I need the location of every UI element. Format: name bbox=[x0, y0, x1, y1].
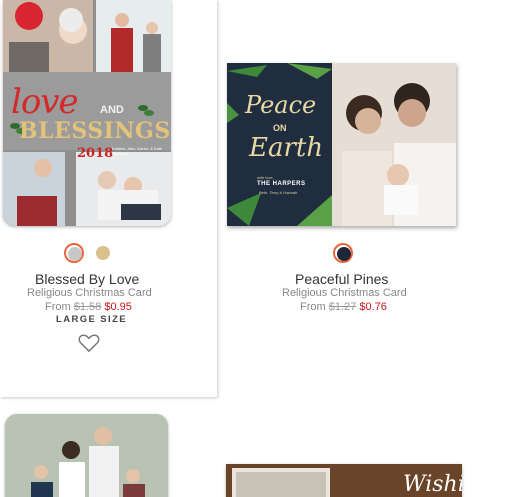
family-photo-shapes bbox=[332, 63, 456, 226]
product-image-peaceful-pines[interactable]: Peace ON Earth with love, THE HARPERS Be… bbox=[227, 63, 456, 226]
swatch-color-dot bbox=[96, 246, 110, 260]
card-peace-text: Peace bbox=[245, 91, 317, 119]
product-grid: love AND BLESSINGS 2018 Kristine, Alex, … bbox=[0, 0, 511, 497]
product-title[interactable]: Peaceful Pines bbox=[295, 271, 388, 287]
card-blessings-text: BLESSINGS bbox=[19, 118, 171, 144]
card-names: Beth, Terry & Hannah bbox=[259, 190, 298, 195]
swatch-color-dot bbox=[337, 247, 351, 261]
card-with-love: with love, bbox=[257, 175, 274, 180]
product-image-partial-wishing[interactable]: Wishing bbox=[226, 464, 462, 497]
price-prefix: From bbox=[45, 301, 71, 313]
product-title[interactable]: Blessed By Love bbox=[35, 271, 139, 287]
family-photo-shapes bbox=[5, 414, 168, 497]
card-family-photo bbox=[332, 63, 456, 226]
card-names: Kristine, Alex, Karen, & Kate McCarthy bbox=[112, 146, 163, 156]
card-on-text: ON bbox=[273, 123, 287, 133]
size-badge: LARGE SIZE bbox=[56, 314, 128, 325]
price-prefix: From bbox=[300, 301, 326, 313]
card-and-text: AND bbox=[100, 104, 124, 116]
product-image-blessed-by-love[interactable]: love AND BLESSINGS 2018 Kristine, Alex, … bbox=[3, 0, 171, 226]
sale-price: $0.95 bbox=[104, 301, 132, 313]
product-category: Religious Christmas Card bbox=[282, 287, 407, 299]
product-price: From $1.58 $0.95 bbox=[45, 301, 132, 313]
product-image-partial[interactable] bbox=[5, 414, 168, 497]
product-category: Religious Christmas Card bbox=[27, 287, 152, 299]
product-price: From $1.27 $0.76 bbox=[300, 301, 387, 313]
card-love-text: love bbox=[11, 82, 79, 122]
original-price: $1.27 bbox=[328, 301, 357, 313]
favorite-heart-icon[interactable] bbox=[78, 333, 100, 353]
card-family-name: THE HARPERS bbox=[257, 181, 306, 187]
swatch-color-dot bbox=[68, 247, 82, 261]
card-year: 2018 bbox=[77, 146, 114, 161]
color-swatch-navy-selected[interactable] bbox=[333, 243, 353, 263]
sale-price: $0.76 bbox=[359, 301, 387, 313]
original-price: $1.58 bbox=[73, 301, 102, 313]
color-swatch-gold[interactable] bbox=[93, 243, 113, 263]
card-wishing-text: Wishing bbox=[403, 472, 462, 497]
color-swatch-gray-selected[interactable] bbox=[64, 243, 84, 263]
card-earth-text: Earth bbox=[249, 133, 324, 163]
